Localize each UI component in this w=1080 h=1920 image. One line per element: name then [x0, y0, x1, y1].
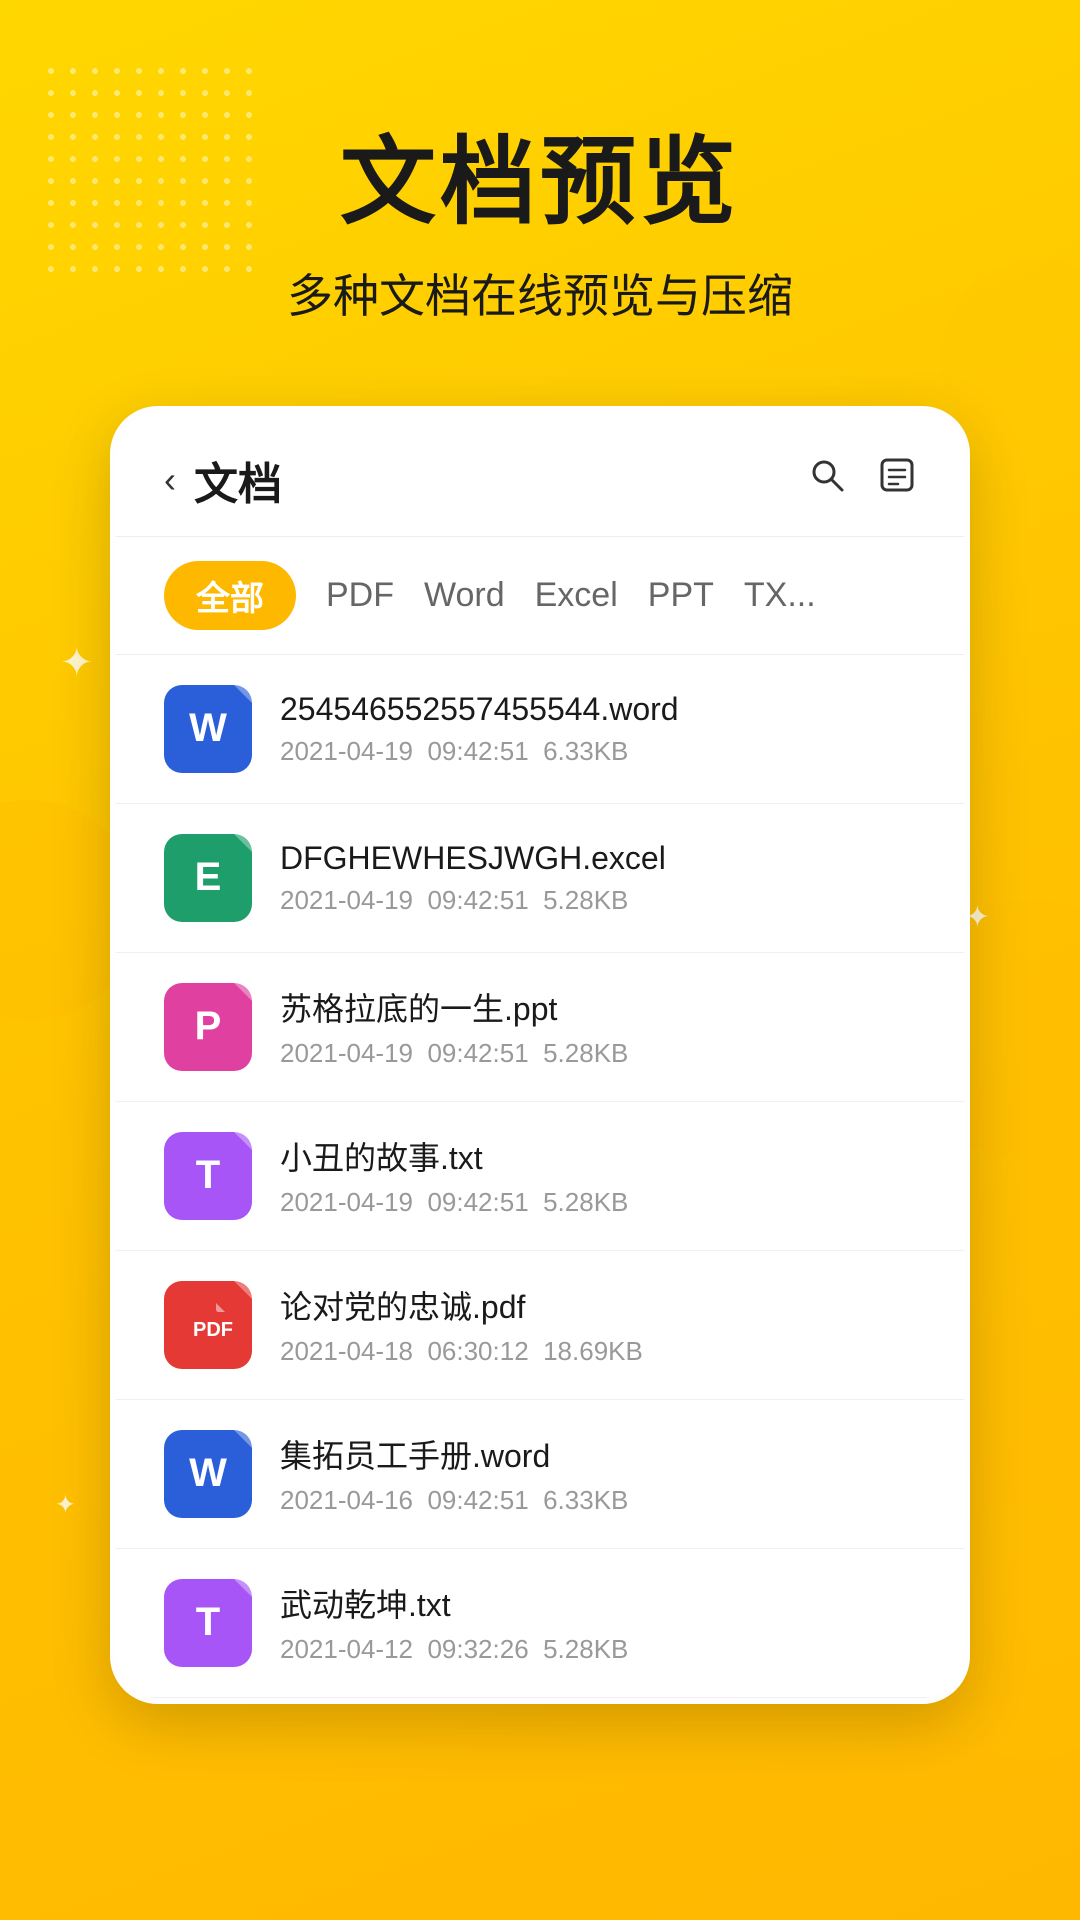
file-item[interactable]: PDF 论对党的忠诚.pdf 2021-04-18 06:30:12 18.69…: [116, 1251, 964, 1400]
back-button[interactable]: ‹: [164, 459, 176, 501]
svg-text:PDF: PDF: [193, 1319, 233, 1341]
file-type-icon: PDF: [164, 1281, 252, 1369]
file-name: 集拓员工手册.word: [280, 1431, 916, 1477]
edit-icon[interactable]: [878, 456, 916, 504]
file-meta: 2021-04-19 09:42:51 5.28KB: [280, 1038, 916, 1069]
file-info: 254546552557455544.word 2021-04-19 09:42…: [280, 691, 916, 767]
file-type-icon: T: [164, 1132, 252, 1220]
file-meta: 2021-04-19 09:42:51 5.28KB: [280, 1187, 916, 1218]
file-type-icon: W: [164, 1430, 252, 1518]
sparkle-icon-3: ✦: [55, 1490, 76, 1520]
file-item[interactable]: E DFGHEWHESJWGH.excel 2021-04-19 09:42:5…: [116, 804, 964, 953]
sparkle-icon-1: ✦: [60, 640, 94, 686]
file-name: 苏格拉底的一生.ppt: [280, 984, 916, 1030]
file-info: 武动乾坤.txt 2021-04-12 09:32:26 5.28KB: [280, 1580, 916, 1665]
header-right: [808, 456, 916, 504]
hero-section: 文档预览 多种文档在线预览与压缩: [0, 0, 1080, 326]
phone-header: ‹ 文档: [116, 412, 964, 537]
phone-card-wrapper: ‹ 文档: [110, 406, 970, 1704]
file-name: 254546552557455544.word: [280, 691, 916, 728]
file-item[interactable]: T 小丑的故事.txt 2021-04-19 09:42:51 5.28KB: [116, 1102, 964, 1251]
tab-txt-partial[interactable]: TX...: [744, 576, 816, 615]
file-item[interactable]: W 集拓员工手册.word 2021-04-16 09:42:51 6.33KB: [116, 1400, 964, 1549]
tab-all[interactable]: 全部: [164, 561, 296, 630]
search-icon[interactable]: [808, 456, 846, 504]
file-meta: 2021-04-18 06:30:12 18.69KB: [280, 1336, 916, 1367]
file-name: 武动乾坤.txt: [280, 1580, 916, 1626]
file-item[interactable]: W 254546552557455544.word 2021-04-19 09:…: [116, 655, 964, 804]
file-info: 集拓员工手册.word 2021-04-16 09:42:51 6.33KB: [280, 1431, 916, 1516]
file-name: 论对党的忠诚.pdf: [280, 1282, 916, 1328]
header-left: ‹ 文档: [164, 448, 282, 512]
tab-excel[interactable]: Excel: [535, 566, 618, 625]
phone-card: ‹ 文档: [110, 406, 970, 1704]
header-title: 文档: [194, 448, 282, 512]
file-info: DFGHEWHESJWGH.excel 2021-04-19 09:42:51 …: [280, 840, 916, 916]
hero-title: 文档预览: [0, 130, 1080, 236]
file-type-icon: E: [164, 834, 252, 922]
file-item[interactable]: T 武动乾坤.txt 2021-04-12 09:32:26 5.28KB: [116, 1549, 964, 1698]
file-type-icon: P: [164, 983, 252, 1071]
file-meta: 2021-04-12 09:32:26 5.28KB: [280, 1634, 916, 1665]
file-name: DFGHEWHESJWGH.excel: [280, 840, 916, 877]
file-meta: 2021-04-16 09:42:51 6.33KB: [280, 1485, 916, 1516]
tab-ppt[interactable]: PPT: [648, 566, 714, 625]
file-type-icon: T: [164, 1579, 252, 1667]
file-list: W 254546552557455544.word 2021-04-19 09:…: [116, 655, 964, 1698]
file-type-icon: W: [164, 685, 252, 773]
file-meta: 2021-04-19 09:42:51 6.33KB: [280, 736, 916, 767]
file-meta: 2021-04-19 09:42:51 5.28KB: [280, 885, 916, 916]
file-item[interactable]: P 苏格拉底的一生.ppt 2021-04-19 09:42:51 5.28KB: [116, 953, 964, 1102]
file-info: 小丑的故事.txt 2021-04-19 09:42:51 5.28KB: [280, 1133, 916, 1218]
hero-subtitle: 多种文档在线预览与压缩: [0, 260, 1080, 326]
tab-pdf[interactable]: PDF: [326, 566, 394, 625]
file-name: 小丑的故事.txt: [280, 1133, 916, 1179]
file-info: 论对党的忠诚.pdf 2021-04-18 06:30:12 18.69KB: [280, 1282, 916, 1367]
file-info: 苏格拉底的一生.ppt 2021-04-19 09:42:51 5.28KB: [280, 984, 916, 1069]
filter-tabs: 全部 PDF Word Excel PPT TX...: [116, 537, 964, 655]
tab-word[interactable]: Word: [424, 566, 505, 625]
